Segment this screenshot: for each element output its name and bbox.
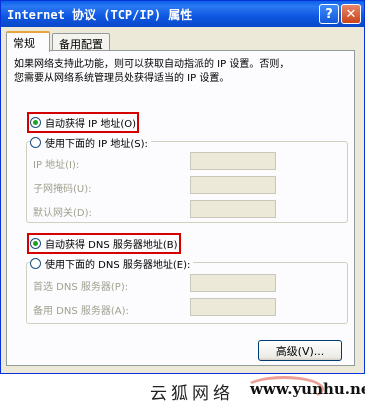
ip-address-label: IP 地址(I): bbox=[33, 160, 80, 171]
close-icon: ✕ bbox=[345, 6, 357, 22]
radio-unchecked-icon bbox=[30, 137, 41, 148]
manual-dns-radio[interactable]: 使用下面的 DNS 服务器地址(E): bbox=[30, 256, 194, 271]
auto-ip-label: 自动获得 IP 地址(O) bbox=[45, 119, 137, 130]
watermark-text: 云狐网络 bbox=[150, 384, 234, 404]
close-button[interactable]: ✕ bbox=[341, 4, 361, 24]
title-bar[interactable]: Internet 协议 (TCP/IP) 属性 ? ✕ bbox=[1, 1, 364, 27]
preferred-dns-label: 首选 DNS 服务器(P): bbox=[33, 282, 129, 293]
advanced-button[interactable]: 高级(V)... bbox=[258, 340, 342, 361]
alternate-dns-input[interactable] bbox=[190, 298, 276, 316]
preferred-dns-input[interactable] bbox=[190, 274, 276, 292]
auto-dns-radio[interactable]: 自动获得 DNS 服务器地址(B) bbox=[27, 233, 181, 254]
watermark-url: www.yunhu.net bbox=[250, 380, 365, 398]
manual-ip-label: 使用下面的 IP 地址(S): bbox=[45, 139, 148, 150]
default-gateway-label: 默认网关(D): bbox=[33, 208, 92, 219]
manual-ip-radio[interactable]: 使用下面的 IP 地址(S): bbox=[30, 135, 151, 150]
subnet-mask-label: 子网掩码(U): bbox=[33, 184, 92, 195]
tab-alternate-configuration[interactable]: 备用配置 bbox=[52, 33, 110, 51]
tab-general[interactable]: 常规 bbox=[6, 31, 50, 52]
alternate-dns-label: 备用 DNS 服务器(A): bbox=[33, 306, 129, 317]
manual-dns-label: 使用下面的 DNS 服务器地址(E): bbox=[45, 260, 191, 271]
auto-ip-radio[interactable]: 自动获得 IP 地址(O) bbox=[26, 112, 140, 133]
window-title: Internet 协议 (TCP/IP) 属性 bbox=[7, 8, 193, 22]
help-icon: ? bbox=[325, 6, 333, 22]
radio-checked-icon bbox=[30, 238, 41, 249]
radio-checked-icon bbox=[30, 117, 41, 128]
watermark-bar: 云狐网络 www.yunhu.net bbox=[0, 374, 365, 406]
subnet-mask-input[interactable] bbox=[190, 176, 276, 194]
help-button[interactable]: ? bbox=[319, 4, 339, 24]
radio-unchecked-icon bbox=[30, 258, 41, 269]
ip-address-input[interactable] bbox=[190, 152, 276, 170]
auto-dns-label: 自动获得 DNS 服务器地址(B) bbox=[45, 240, 178, 251]
default-gateway-input[interactable] bbox=[190, 200, 276, 218]
description-text: 如果网络支持此功能，则可以获取自动指派的 IP 设置。否则， 您需要从网络系统管… bbox=[14, 59, 290, 84]
